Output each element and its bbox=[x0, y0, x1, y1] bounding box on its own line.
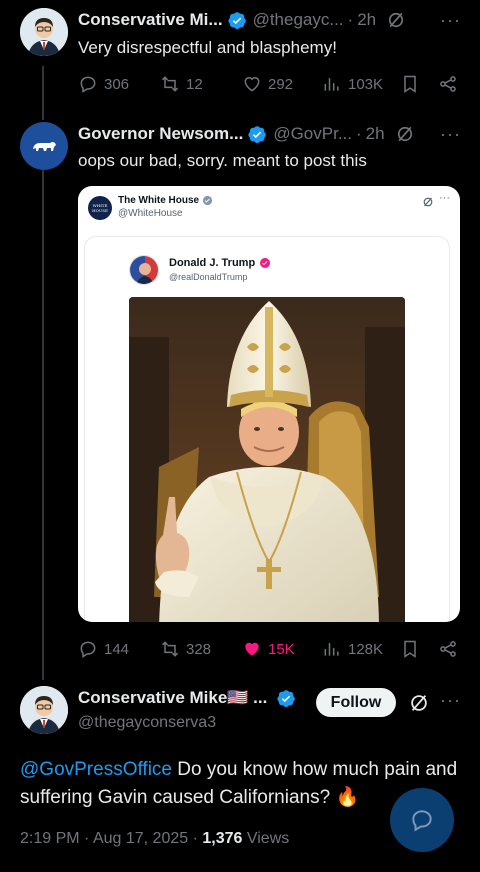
timestamp[interactable]: 2h bbox=[357, 10, 376, 30]
pope-image bbox=[129, 297, 405, 622]
reply-icon bbox=[80, 76, 96, 93]
retweet-count: 12 bbox=[186, 75, 203, 93]
more-options-icon[interactable]: ··· bbox=[440, 10, 461, 31]
embedded-image[interactable]: WHITE HOUSE The White House @WhiteHouse … bbox=[78, 186, 460, 622]
post-date[interactable]: Aug 17, 2025 bbox=[93, 830, 188, 847]
views-label: Views bbox=[246, 830, 290, 847]
like-button[interactable]: 292 bbox=[242, 74, 293, 94]
display-name[interactable]: Governor Newsom... bbox=[78, 124, 243, 144]
more-options-icon[interactable]: ··· bbox=[440, 690, 461, 711]
tweet-meta: 2:19 PM · Aug 17, 2025 · 1,376 Views bbox=[20, 830, 290, 847]
like-count: 15K bbox=[268, 640, 295, 658]
more-options-icon[interactable]: ··· bbox=[440, 124, 461, 145]
avatar[interactable] bbox=[20, 8, 68, 56]
bookmark-icon bbox=[404, 75, 416, 93]
logo-text: WHITE HOUSE bbox=[92, 203, 108, 213]
bookmark-button[interactable] bbox=[400, 74, 426, 94]
avatar[interactable] bbox=[20, 686, 68, 734]
views-icon bbox=[324, 78, 339, 91]
display-name[interactable]: Conservative Mi... bbox=[78, 10, 223, 30]
verified-badge-icon bbox=[227, 11, 246, 29]
white-house-logo: WHITE HOUSE bbox=[88, 196, 112, 220]
verified-badge-icon bbox=[248, 125, 267, 143]
embed-account-name: The White House bbox=[118, 195, 213, 206]
handle[interactable]: @thegayc... bbox=[253, 10, 344, 30]
share-button[interactable] bbox=[438, 74, 464, 94]
retweet-count: 328 bbox=[186, 640, 212, 658]
tweet-header: Conservative Mi... @thegayc... · 2h bbox=[78, 10, 406, 30]
tweet-actions: 306 12 292 103K bbox=[78, 72, 462, 96]
follow-button[interactable]: Follow bbox=[316, 688, 396, 717]
reply-bubble-icon bbox=[412, 810, 432, 832]
views-icon bbox=[324, 643, 339, 656]
retweet-icon bbox=[161, 76, 179, 92]
thread-line bbox=[42, 170, 44, 680]
grok-icon[interactable] bbox=[386, 10, 406, 30]
display-name[interactable]: Conservative Mike🇺🇸 ... bbox=[78, 688, 267, 708]
reply-count: 144 bbox=[104, 640, 130, 658]
retweet-button[interactable]: 12 bbox=[160, 74, 203, 94]
share-button[interactable] bbox=[438, 639, 464, 659]
thread-line bbox=[42, 66, 44, 120]
quoted-author-name: Donald J. Trump bbox=[169, 257, 271, 269]
heart-filled-icon bbox=[245, 642, 259, 656]
retweet-button[interactable]: 328 bbox=[160, 639, 211, 659]
quoted-author-handle: @realDonaldTrump bbox=[169, 272, 248, 282]
verified-badge-icon bbox=[277, 689, 296, 707]
grok-icon[interactable] bbox=[395, 124, 415, 144]
grok-icon bbox=[423, 197, 433, 207]
reply-button[interactable]: 144 bbox=[78, 639, 129, 659]
share-icon bbox=[440, 76, 456, 92]
more-options-icon: ··· bbox=[439, 192, 450, 204]
share-icon bbox=[440, 641, 456, 657]
views-count: 103K bbox=[348, 75, 384, 93]
grok-icon[interactable] bbox=[408, 692, 430, 714]
bookmark-button[interactable] bbox=[400, 639, 426, 659]
verified-badge-icon bbox=[260, 258, 271, 268]
heart-icon bbox=[244, 77, 260, 92]
reply-icon bbox=[80, 641, 96, 658]
embed-account-name-text: The White House bbox=[118, 195, 200, 206]
views-button[interactable]: 128K bbox=[322, 639, 383, 659]
retweet-icon bbox=[161, 641, 179, 657]
tweet-text: oops our bad, sorry. meant to post this bbox=[78, 151, 367, 170]
tweet-actions: 144 328 15K 128K bbox=[78, 637, 462, 661]
separator-dot: · bbox=[356, 124, 362, 143]
quoted-author-name-text: Donald J. Trump bbox=[169, 257, 256, 269]
post-time[interactable]: 2:19 PM bbox=[20, 830, 80, 847]
embed-account-handle: @WhiteHouse bbox=[118, 208, 183, 219]
avatar bbox=[129, 255, 159, 285]
separator-dot: · bbox=[347, 10, 354, 29]
verified-badge-icon bbox=[203, 195, 213, 206]
california-bear-icon bbox=[33, 142, 56, 151]
handle[interactable]: @thegayconserva3 bbox=[78, 712, 216, 734]
views-count: 128K bbox=[348, 640, 384, 658]
reply-button[interactable]: 306 bbox=[78, 74, 129, 94]
compose-reply-button[interactable] bbox=[390, 788, 454, 852]
quoted-post: Donald J. Trump @realDonaldTrump bbox=[84, 236, 450, 622]
timestamp[interactable]: 2h bbox=[366, 124, 385, 144]
mention-link[interactable]: @GovPressOffice bbox=[20, 759, 172, 780]
like-button[interactable]: 15K bbox=[242, 639, 295, 659]
tweet-header: Governor Newsom... @GovPr... · 2h bbox=[78, 124, 415, 144]
views-count: 1,376 bbox=[202, 830, 243, 847]
fire-emoji: 🔥 bbox=[335, 787, 360, 808]
author-header: Conservative Mike🇺🇸 ... bbox=[78, 688, 296, 708]
tweet-text: Very disrespectful and blasphemy! bbox=[78, 38, 337, 57]
avatar[interactable] bbox=[20, 122, 68, 170]
like-count: 292 bbox=[268, 75, 294, 93]
reply-count: 306 bbox=[104, 75, 130, 93]
views-button[interactable]: 103K bbox=[322, 74, 383, 94]
handle[interactable]: @GovPr... bbox=[273, 124, 352, 144]
bookmark-icon bbox=[404, 640, 416, 658]
